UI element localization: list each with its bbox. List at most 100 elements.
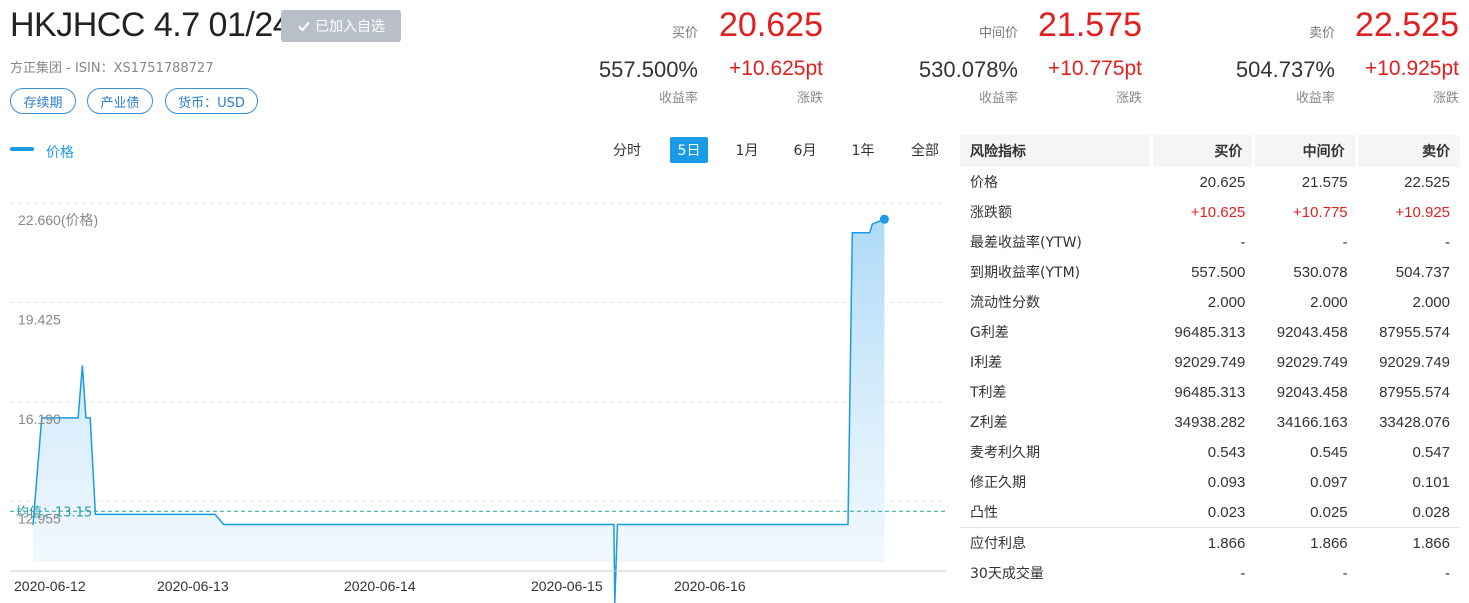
- mid-price: 21.575: [1038, 6, 1142, 44]
- row-value-bid: 0.023: [1207, 503, 1246, 521]
- bid-yield-label: 收益率: [658, 91, 698, 106]
- row-label: I利差: [970, 355, 1003, 371]
- row-value-mid: +10.775: [1293, 203, 1348, 221]
- row-value-bid: 34938.282: [1174, 413, 1246, 431]
- table-row: T利差 96485.313 92043.458 87955.574: [960, 377, 1460, 407]
- x-tick-label: 2020-06-16: [674, 578, 746, 594]
- row-value-bid: 1.866: [1153, 527, 1256, 558]
- chart-grid: [10, 202, 946, 502]
- table-row: 最差收益率(YTW) - - -: [960, 227, 1460, 257]
- range-5d[interactable]: 5日: [670, 137, 708, 163]
- row-value-mid: 0.545: [1310, 443, 1348, 461]
- row-value-ask: 0.547: [1412, 443, 1450, 461]
- table-row: 流动性分数 2.000 2.000 2.000: [960, 287, 1460, 317]
- row-value-ask: 1.866: [1357, 527, 1460, 558]
- legend-swatch: [10, 147, 34, 151]
- row-label: 应付利息: [960, 527, 1153, 558]
- row-label: 价格: [970, 175, 998, 191]
- row-value-mid: -: [1342, 564, 1348, 582]
- mid-yield-label: 收益率: [978, 91, 1018, 106]
- col-header-indicator: 风险指标: [960, 135, 1153, 167]
- table-row: 麦考利久期 0.543 0.545 0.547: [960, 437, 1460, 467]
- row-value-ask: 0.028: [1412, 503, 1450, 521]
- row-value-ask: 87955.574: [1379, 383, 1450, 401]
- row-label: 修正久期: [970, 475, 1026, 491]
- row-value-mid: 530.078: [1293, 263, 1348, 281]
- row-value-ask: +10.925: [1395, 203, 1450, 221]
- row-label: 到期收益率(YTM): [970, 265, 1081, 281]
- tag-duration[interactable]: 存续期: [10, 88, 76, 114]
- x-tick-label: 2020-06-13: [157, 578, 229, 594]
- tag-currency[interactable]: 货币：USD: [165, 88, 258, 114]
- row-value-bid: 0.093: [1207, 473, 1246, 491]
- table-row: Z利差 34938.282 34166.163 33428.076: [960, 407, 1460, 437]
- row-value-mid: -: [1342, 233, 1348, 251]
- favorite-button[interactable]: 已加入自选: [281, 10, 401, 42]
- row-value-mid: 34166.163: [1276, 413, 1348, 431]
- row-value-bid: 0.543: [1207, 443, 1246, 461]
- row-value-bid: 92029.749: [1174, 353, 1246, 371]
- ask-change-label: 涨跌: [1432, 91, 1459, 106]
- mid-yield: 530.078%: [918, 57, 1018, 82]
- table-row: 修正久期 0.093 0.097 0.101: [960, 467, 1460, 497]
- mid-label: 中间价: [978, 26, 1018, 41]
- range-1m[interactable]: 1月: [727, 137, 767, 163]
- row-value-bid: -: [1240, 564, 1246, 582]
- range-intraday[interactable]: 分时: [604, 137, 650, 163]
- row-value-ask: 87955.574: [1379, 323, 1450, 341]
- row-label: 麦考利久期: [970, 445, 1040, 461]
- table-row: 价格 20.625 21.575 22.525: [960, 167, 1460, 197]
- row-value-bid: -: [1240, 233, 1246, 251]
- ask-price: 22.525: [1355, 6, 1459, 44]
- row-value-ask: 2.000: [1412, 293, 1450, 311]
- issuer-isin: 方正集团 - ISIN：XS1751788727: [10, 61, 214, 76]
- bid-label: 买价: [671, 26, 698, 41]
- table-row: 涨跌额 +10.625 +10.775 +10.925: [960, 197, 1460, 227]
- ask-yield: 504.737%: [1235, 57, 1335, 82]
- row-value-mid: 21.575: [1301, 173, 1348, 191]
- range-all[interactable]: 全部: [903, 137, 947, 163]
- row-value-bid: 2.000: [1207, 293, 1246, 311]
- row-value-ask: 0.101: [1412, 473, 1450, 491]
- price-chart[interactable]: 均值：13.15 22.660(价格)19.42516.19012.955 20…: [0, 170, 950, 603]
- ask-yield-label: 收益率: [1295, 91, 1335, 106]
- row-label: 流动性分数: [970, 295, 1040, 311]
- row-value-bid: 96485.313: [1174, 383, 1246, 401]
- row-value-ask: 22.525: [1404, 173, 1450, 191]
- range-1y[interactable]: 1年: [843, 137, 883, 163]
- table-row: 凸性 0.023 0.025 0.028: [960, 497, 1460, 527]
- x-tick-label: 2020-06-15: [531, 578, 603, 594]
- y-tick-label: 19.425: [18, 312, 61, 328]
- ask-label: 卖价: [1308, 26, 1335, 41]
- tag-industry-bond[interactable]: 产业债: [87, 88, 153, 114]
- bid-change-label: 涨跌: [796, 91, 823, 106]
- col-header-bid: 买价: [1153, 135, 1256, 167]
- table-row: 30天成交量 - - -: [960, 558, 1460, 588]
- table-row: 到期收益率(YTM) 557.500 530.078 504.737: [960, 257, 1460, 287]
- x-tick-label: 2020-06-12: [14, 578, 86, 594]
- favorite-label: 已加入自选: [315, 19, 385, 35]
- y-tick-label: 22.660(价格): [18, 212, 98, 228]
- row-label: 凸性: [970, 505, 998, 521]
- x-tick-label: 2020-06-14: [344, 578, 416, 594]
- last-price-dot[interactable]: [879, 214, 889, 224]
- row-value-mid: 92043.458: [1276, 323, 1348, 341]
- row-value-bid: +10.625: [1190, 203, 1246, 221]
- row-value-ask: 92029.749: [1379, 353, 1450, 371]
- bid-change: +10.625pt: [728, 57, 823, 80]
- row-value-ask: 33428.076: [1379, 413, 1450, 431]
- row-label: G利差: [970, 325, 1009, 341]
- price-area: [33, 219, 885, 603]
- y-tick-label: 12.955: [18, 510, 61, 526]
- row-value-ask: 504.737: [1395, 263, 1450, 281]
- legend-label: 价格: [46, 145, 74, 161]
- range-6m[interactable]: 6月: [785, 137, 825, 163]
- row-label: T利差: [970, 385, 1007, 401]
- table-header-row: 风险指标 买价 中间价 卖价: [960, 135, 1460, 167]
- row-label: 涨跌额: [970, 205, 1012, 221]
- row-value-mid: 0.025: [1310, 503, 1348, 521]
- ask-change: +10.925pt: [1364, 57, 1459, 80]
- col-header-ask: 卖价: [1357, 135, 1460, 167]
- bid-price: 20.625: [719, 6, 823, 44]
- row-label: 30天成交量: [970, 566, 1044, 582]
